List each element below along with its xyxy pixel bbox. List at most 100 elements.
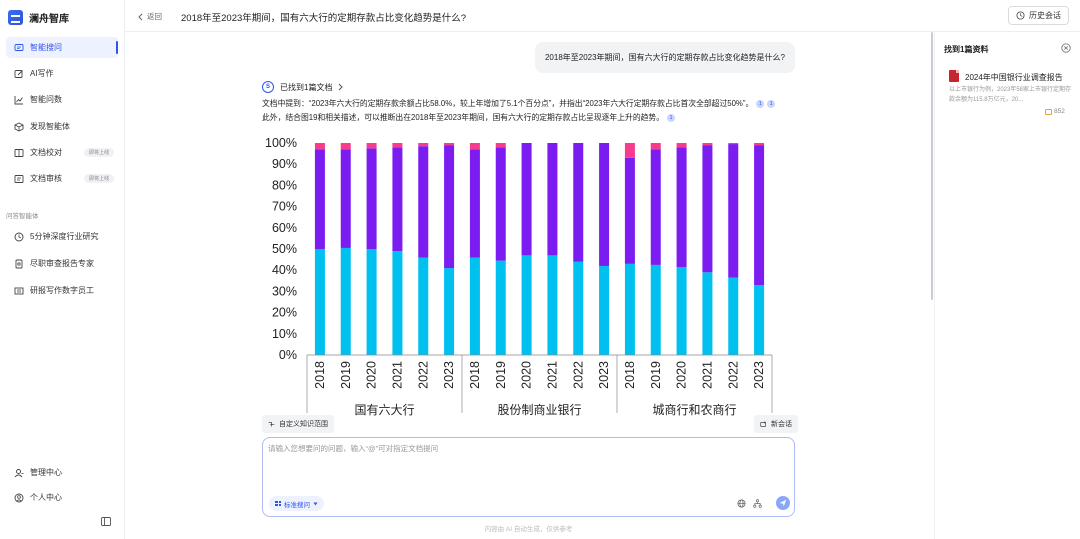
app-root: 澜舟智库 智能搜问 AI写作 智能问数 发现智能体 文档校对 即将上线 文档审核…	[0, 0, 1080, 539]
purple-bar	[314, 149, 325, 249]
knowledge-scope-label: 自定义知识范围	[279, 421, 328, 428]
brand-logo-icon	[8, 10, 23, 25]
clock-icon	[14, 232, 24, 242]
purple-bar	[702, 145, 713, 273]
purple-bar	[495, 147, 506, 261]
cyan-bar	[495, 260, 506, 355]
sidebar-item-doc-proofread[interactable]: 文档校对 即将上线	[6, 142, 118, 163]
y-tick-label: 50%	[272, 242, 297, 256]
pink-bar	[469, 143, 480, 150]
y-tick-label: 80%	[272, 178, 297, 192]
pink-bar	[366, 143, 377, 149]
x-tick-label: 2019	[649, 361, 663, 389]
x-tick-label: 2023	[752, 361, 766, 389]
pink-bar	[702, 143, 713, 146]
cyan-bar	[444, 268, 455, 355]
collapse-sidebar-icon[interactable]	[101, 517, 111, 526]
source-doc-title[interactable]: 2024年中国银行业调查报告	[965, 72, 1063, 83]
purple-bar	[469, 149, 480, 258]
sidebar-item-profile[interactable]: 个人中心	[6, 487, 118, 508]
sidebar-item-label: 发现智能体	[30, 122, 70, 131]
x-tick-label: 2022	[571, 361, 585, 389]
found-docs-link[interactable]: S 已找到1篇文档	[262, 81, 344, 93]
knowledge-scope-button[interactable]: 自定义知识范围	[262, 415, 334, 433]
send-icon	[779, 499, 787, 507]
sidebar-item-label: 尽职审查报告专家	[30, 259, 94, 268]
y-tick-label: 30%	[272, 284, 297, 298]
cyan-bar	[469, 257, 480, 355]
coming-soon-badge: 即将上线	[83, 174, 114, 183]
sidebar-item-label: 智能搜问	[30, 43, 62, 52]
cyan-bar	[418, 257, 429, 355]
section-label-agents: 问答智能体	[6, 213, 39, 220]
purple-bar	[444, 145, 455, 269]
sidebar-item-discover-agents[interactable]: 发现智能体	[6, 116, 118, 137]
purple-bar	[340, 149, 351, 248]
sidebar-item-admin[interactable]: 管理中心	[6, 462, 118, 483]
sidebar: 澜舟智库 智能搜问 AI写作 智能问数 发现智能体 文档校对 即将上线 文档审核…	[0, 0, 125, 539]
sources-panel: 找到1篇资料 2024年中国银行业调查报告 以上市银行为例，2023年58家上市…	[934, 32, 1080, 539]
sidebar-item-doc-review[interactable]: 文档审核 即将上线	[6, 168, 118, 189]
top-bar: 返回 2018年至2023年期间，国有六大行的定期存款占比变化趋势是什么? 历史…	[125, 0, 1080, 32]
send-button[interactable]	[776, 496, 790, 510]
cube-icon	[14, 121, 24, 132]
brand[interactable]: 澜舟智库	[8, 10, 69, 25]
sidebar-item-data-query[interactable]: 智能问数	[6, 89, 118, 110]
y-tick-label: 20%	[272, 306, 297, 320]
cyan-bar	[650, 264, 661, 355]
y-tick-label: 90%	[272, 157, 297, 171]
y-tick-label: 40%	[272, 263, 297, 277]
caret-down-icon	[313, 502, 318, 505]
x-tick-label: 2019	[494, 361, 508, 389]
pink-bar	[754, 143, 765, 146]
group-label: 国有六大行	[354, 403, 414, 417]
sidebar-item-label: 研报写作数字员工	[30, 286, 94, 295]
filter-icon	[268, 421, 275, 427]
close-icon[interactable]	[1061, 43, 1071, 53]
cyan-bar	[314, 249, 325, 355]
sidebar-agent-due-diligence[interactable]: 尽职审查报告专家	[6, 253, 118, 274]
network-icon[interactable]	[753, 499, 762, 508]
y-tick-label: 100%	[265, 136, 297, 150]
chat-input-box: 标准搜问	[262, 437, 795, 517]
cyan-bar	[392, 251, 403, 355]
back-button[interactable]: 返回	[137, 11, 162, 22]
purple-bar	[676, 147, 687, 268]
cyan-bar	[676, 267, 687, 355]
purple-bar	[624, 157, 635, 264]
edit-icon	[14, 69, 24, 79]
citation-marker[interactable]: 1	[767, 100, 776, 108]
globe-icon[interactable]	[737, 499, 746, 508]
x-tick-label: 2019	[339, 361, 353, 389]
citation-marker[interactable]: 1	[756, 100, 765, 108]
sources-title: 找到1篇资料	[944, 45, 989, 54]
brand-name: 澜舟智库	[29, 14, 69, 25]
ai-disclaimer: 内容由 AI 自动生成，仅供参考	[484, 526, 573, 533]
chat-input[interactable]	[268, 443, 788, 483]
found-docs-label: 已找到1篇文档	[280, 82, 333, 92]
sidebar-agent-report-writer[interactable]: 研报写作数字员工	[6, 280, 118, 301]
x-tick-label: 2021	[700, 361, 714, 389]
x-tick-label: 2020	[675, 361, 689, 389]
x-tick-label: 2018	[313, 361, 327, 389]
scrollbar[interactable]	[931, 32, 933, 300]
purple-bar	[366, 148, 377, 249]
pink-bar	[314, 143, 325, 150]
y-tick-label: 10%	[272, 327, 297, 341]
sidebar-item-smart-search[interactable]: 智能搜问	[6, 37, 118, 58]
folder-icon	[1045, 108, 1052, 115]
pink-bar	[728, 143, 739, 145]
sidebar-item-label: 个人中心	[30, 493, 62, 502]
chat-icon	[14, 43, 24, 53]
new-session-button[interactable]: 新会话	[754, 415, 798, 433]
history-button[interactable]: 历史会话	[1008, 6, 1069, 25]
citation-marker[interactable]: 1	[667, 114, 676, 122]
search-mode-dropdown[interactable]: 标准搜问	[269, 496, 324, 511]
purple-bar	[392, 147, 403, 252]
page-title: 2018年至2023年期间，国有六大行的定期存款占比变化趋势是什么?	[181, 13, 467, 24]
purple-bar	[754, 145, 765, 286]
y-tick-label: 70%	[272, 200, 297, 214]
sidebar-item-ai-writing[interactable]: AI写作	[6, 63, 118, 84]
y-tick-label: 60%	[272, 221, 297, 235]
sidebar-agent-industry-research[interactable]: 5分钟深度行业研究	[6, 226, 118, 247]
